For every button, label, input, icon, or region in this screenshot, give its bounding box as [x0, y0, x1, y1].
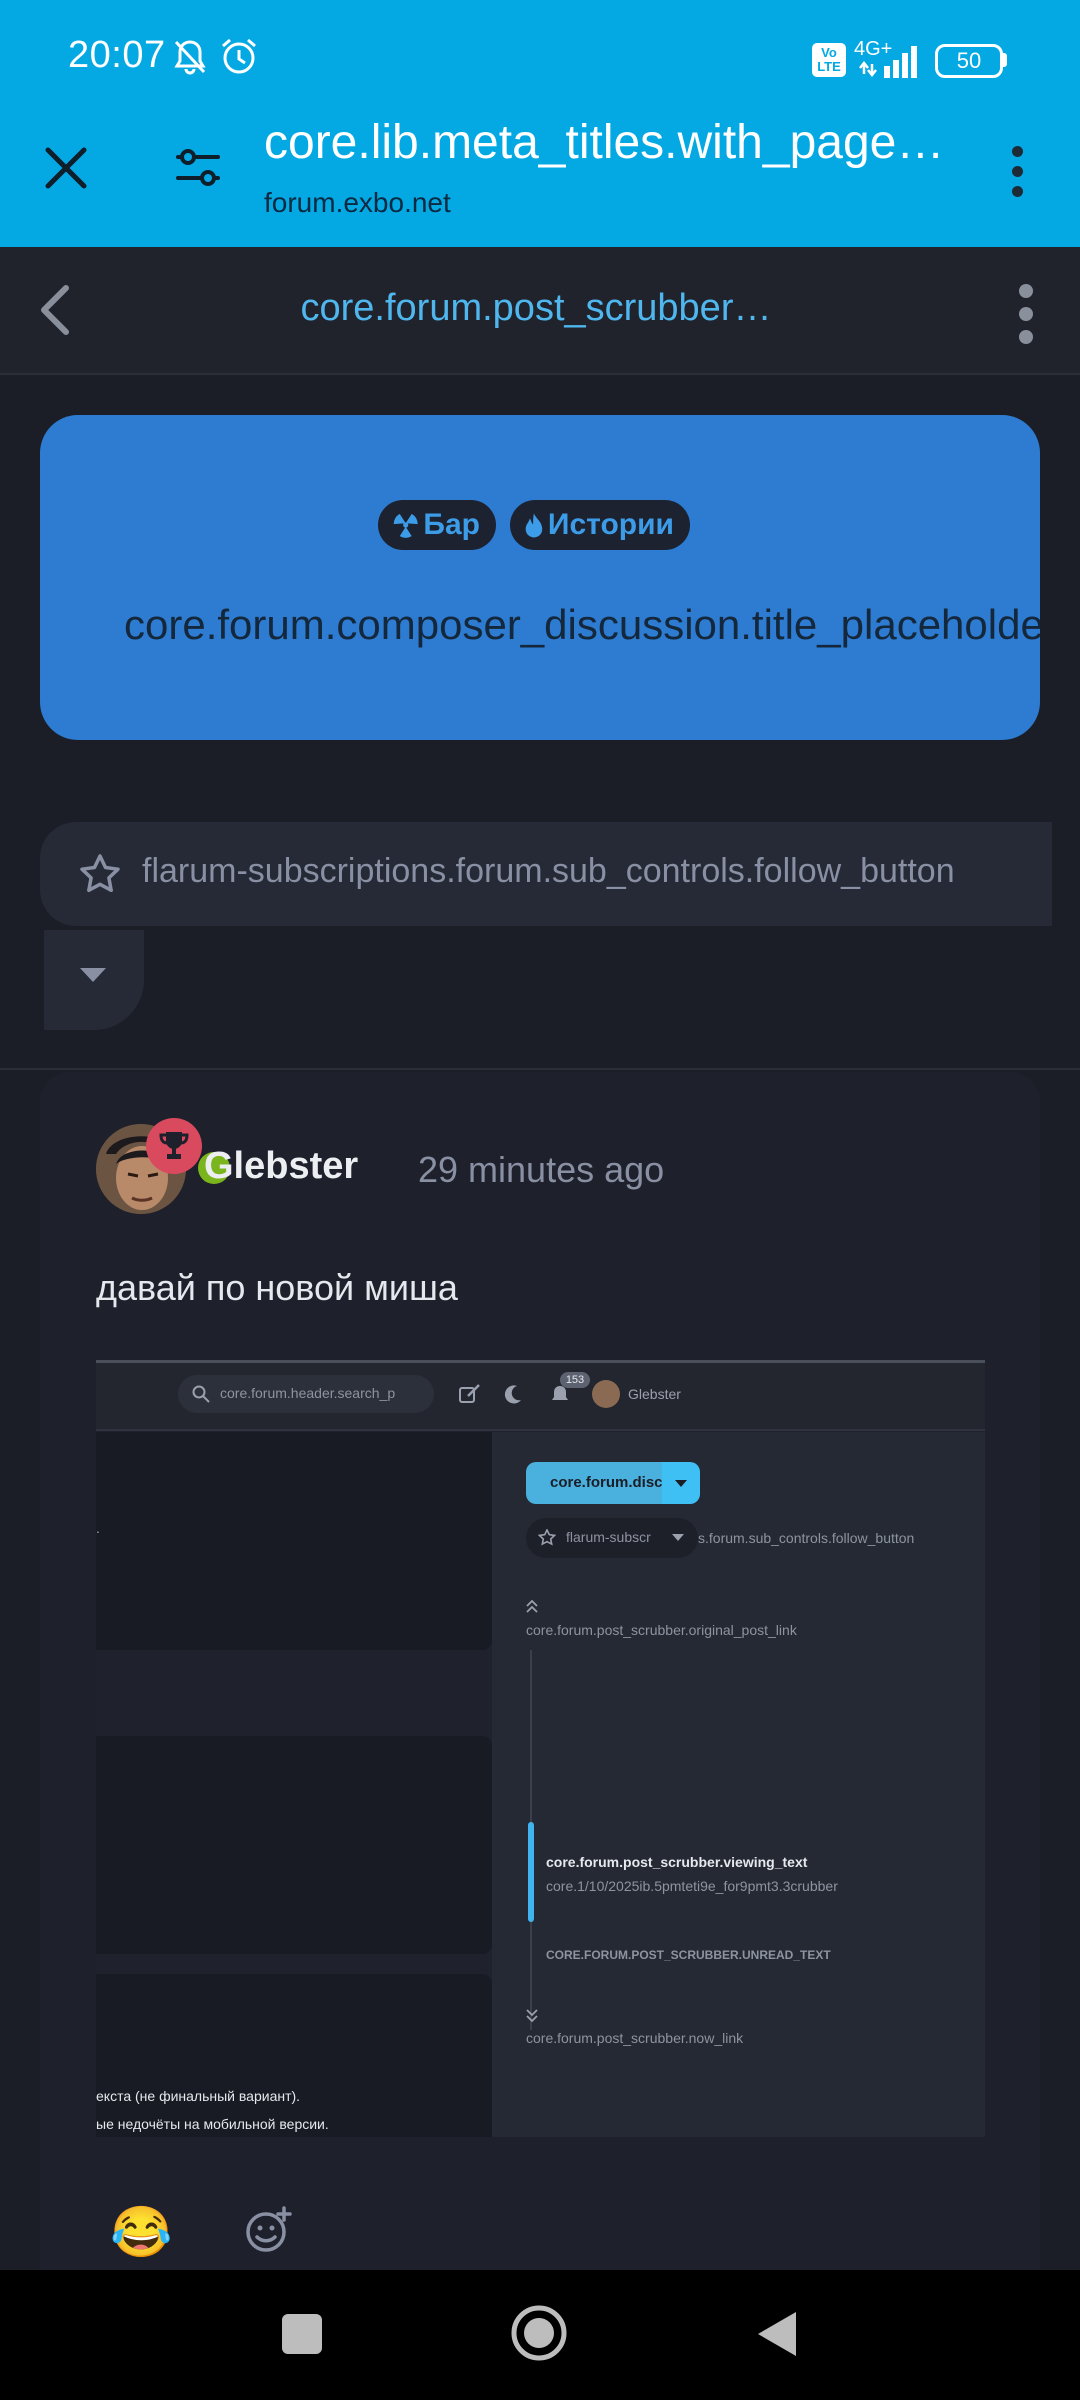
mini-search: core.forum.header.search_p — [178, 1375, 434, 1413]
recents-button[interactable] — [282, 2314, 322, 2354]
moon-icon — [504, 1385, 521, 1404]
forum-menu-icon[interactable] — [1019, 284, 1033, 353]
volte-icon: Vo LTE — [812, 43, 846, 77]
post-time[interactable]: 29 minutes ago — [418, 1149, 664, 1191]
mini-now-link: core.forum.post_scrubber.now_link — [526, 2030, 744, 2046]
status-time: 20:07 — [68, 34, 166, 76]
notification-count: 153 — [560, 1372, 590, 1388]
forum-title: core.forum.post_scrubber… — [300, 287, 772, 329]
home-button[interactable] — [510, 2304, 568, 2362]
browser-menu-icon[interactable] — [1012, 146, 1024, 206]
post-image[interactable]: core.forum.header.search_p 153 Glebster … — [96, 1360, 985, 2137]
follow-label: flarum-subscriptions.forum.sub_controls.… — [142, 852, 955, 890]
double-chevron-down-icon — [526, 2009, 538, 2022]
mini-text-line: ые недочёты на мобильной версии. — [96, 2116, 329, 2132]
mini-unread-text: CORE.FORUM.POST_SCRUBBER.UNREAD_TEXT — [546, 1948, 831, 1962]
page-domain: forum.exbo.net — [264, 187, 451, 218]
mini-panel — [96, 1736, 492, 1954]
post-body: давай по новой миша — [96, 1267, 458, 1308]
caret-down-icon — [672, 1534, 684, 1541]
battery-tip — [1002, 53, 1007, 67]
back-arrow-icon[interactable] — [36, 282, 76, 338]
mini-follow-label: flarum-subscr — [566, 1529, 651, 1545]
battery-indicator: 50 — [935, 44, 1003, 78]
edit-icon — [459, 1384, 480, 1403]
tag-label: Истории — [547, 508, 674, 541]
mini-original-post-link: core.forum.post_scrubber.original_post_l… — [526, 1622, 797, 1638]
mini-primary-button: core.forum.disc — [526, 1462, 662, 1504]
tag-label: Бар — [423, 508, 480, 541]
star-icon — [80, 854, 120, 893]
radiation-icon — [393, 513, 418, 538]
close-icon[interactable] — [44, 146, 88, 190]
back-button[interactable] — [756, 2310, 798, 2358]
discussion-hero: Бар Истории core.forum.composer_discussi… — [40, 415, 1040, 740]
flame-icon — [525, 513, 543, 538]
mini-avatar — [592, 1380, 620, 1408]
caret-down-icon — [80, 968, 106, 982]
caret-down-icon — [675, 1480, 687, 1487]
star-icon — [538, 1529, 556, 1546]
scrubber-handle — [528, 1822, 534, 1922]
mini-text-line: екста (не финальный вариант). — [96, 2088, 301, 2104]
tag-stories[interactable]: Истории — [510, 500, 690, 550]
double-chevron-up-icon — [526, 1600, 538, 1613]
page-title: core.lib.meta_titles.with_page… — [264, 116, 945, 169]
post-author[interactable]: Glebster — [204, 1145, 358, 1188]
trophy-icon — [159, 1132, 189, 1159]
mini-panel — [96, 1974, 492, 2137]
divider — [0, 1068, 1080, 1070]
signal-icon — [859, 46, 917, 78]
mini-viewing-sub: core.1/10/2025ib.5pmteti9e_for9pmt3.3cru… — [546, 1878, 838, 1894]
mini-panel — [96, 1432, 492, 1650]
site-settings-icon[interactable] — [174, 148, 222, 188]
mini-dot: . — [96, 1520, 100, 1536]
mini-follow-button: flarum-subscr — [526, 1518, 698, 1558]
alarm-icon — [222, 38, 256, 74]
mini-username: Glebster — [628, 1386, 681, 1402]
mini-search-placeholder: core.forum.header.search_p — [220, 1385, 396, 1401]
follow-button[interactable]: flarum-subscriptions.forum.sub_controls.… — [40, 822, 1052, 926]
bell-muted-icon — [174, 40, 206, 75]
tag-bar[interactable]: Бар — [378, 500, 496, 550]
reaction-laugh[interactable]: 😂 — [110, 2202, 172, 2262]
discussion-title: core.forum.composer_discussion.title_pla… — [124, 601, 1040, 648]
mini-follow-tail: s.forum.sub_controls.follow_button — [698, 1530, 915, 1546]
search-icon — [192, 1385, 210, 1403]
mini-dropdown — [662, 1462, 700, 1504]
add-reaction-icon[interactable] — [244, 2206, 292, 2254]
mini-viewing-text: core.forum.post_scrubber.viewing_text — [546, 1854, 808, 1870]
follow-dropdown-button[interactable] — [44, 930, 144, 1030]
trophy-badge — [146, 1118, 202, 1174]
